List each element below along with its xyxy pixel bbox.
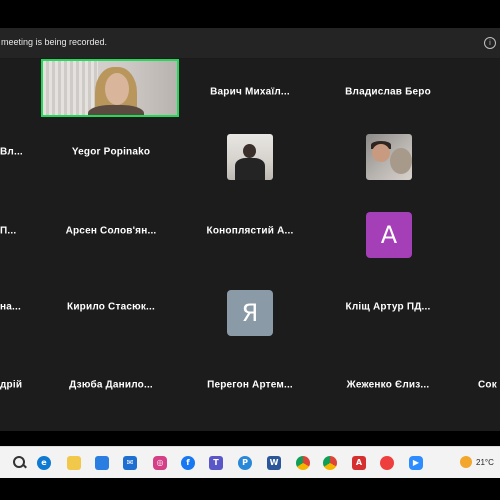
participant-tile[interactable]: Кліщ Артур ПД... — [312, 274, 464, 348]
participant-name: Перегон Артем... — [207, 379, 293, 391]
file-explorer-icon[interactable] — [67, 456, 81, 470]
facebook-icon[interactable]: f — [181, 456, 195, 470]
participant-tile[interactable]: Перегон Артем... — [174, 352, 326, 426]
acrobat-icon[interactable]: A — [352, 456, 366, 470]
participant-gallery: Варич Михаїл... Владислав Беро Вл... Yeg… — [0, 59, 500, 431]
app-icon[interactable] — [380, 456, 394, 470]
participant-tile[interactable]: дрій — [0, 352, 30, 426]
chrome-icon[interactable] — [296, 456, 310, 470]
pinterest-icon[interactable]: P — [238, 456, 252, 470]
weather-temperature: 21°C — [476, 458, 494, 467]
participant-tile[interactable]: Yegor Popinako — [35, 119, 187, 193]
word-icon[interactable]: W — [267, 456, 281, 470]
info-icon[interactable]: i — [484, 37, 496, 49]
participant-name: Вл... — [0, 146, 23, 158]
participant-name: П... — [0, 225, 17, 237]
instagram-icon[interactable]: ◎ — [153, 456, 167, 470]
participant-name: дрій — [0, 379, 23, 391]
participant-name: Владислав Беро — [345, 86, 431, 98]
avatar[interactable]: A — [366, 212, 412, 258]
participant-name: Коноплястий А... — [206, 225, 294, 237]
participant-tile[interactable]: Коноплястий А... — [174, 198, 326, 272]
participant-name: Дзюба Данило... — [69, 379, 153, 391]
participant-name: Кліщ Артур ПД... — [345, 301, 431, 313]
avatar[interactable]: Я — [227, 290, 273, 336]
active-speaker-video[interactable] — [41, 59, 179, 117]
recording-banner: meeting is being recorded. i — [0, 28, 500, 59]
participant-tile[interactable]: П... — [0, 198, 30, 272]
store-icon[interactable] — [95, 456, 109, 470]
participant-name: Арсен Солов'ян... — [65, 225, 157, 237]
zoom-icon[interactable]: ▶ — [409, 456, 423, 470]
participant-tile[interactable]: на... — [0, 274, 30, 348]
participant-tile[interactable]: Жеженко Єлиз... — [312, 352, 464, 426]
taskbar: e ✉ ◎ f T P W A ▶ 21°C — [0, 446, 500, 478]
participant-name: Yegor Popinako — [71, 146, 151, 158]
chrome-icon[interactable] — [323, 456, 337, 470]
participant-name: Варич Михаїл... — [210, 86, 290, 98]
participant-photo[interactable] — [227, 134, 273, 180]
weather-icon[interactable] — [460, 456, 472, 468]
participant-tile[interactable]: Кирило Стасюк... — [35, 274, 187, 348]
participant-name: Кирило Стасюк... — [67, 301, 155, 313]
participant-name: Жеженко Єлиз... — [346, 379, 430, 391]
top-black-strip — [0, 0, 500, 28]
mail-icon[interactable]: ✉ — [123, 456, 137, 470]
participant-tile[interactable]: Арсен Солов'ян... — [35, 198, 187, 272]
search-icon[interactable] — [12, 455, 27, 469]
recording-message: meeting is being recorded. — [1, 37, 108, 47]
participant-tile[interactable]: Вл... — [0, 119, 30, 193]
participant-tile[interactable]: Сок — [478, 352, 500, 426]
edge-icon[interactable]: e — [37, 456, 51, 470]
participant-photo[interactable] — [366, 134, 412, 180]
participant-tile[interactable]: Варич Михаїл... — [174, 59, 326, 133]
participant-tile[interactable]: Дзюба Данило... — [35, 352, 187, 426]
bottom-black-strip — [0, 478, 500, 500]
teams-icon[interactable]: T — [209, 456, 223, 470]
black-strip — [0, 431, 500, 446]
participant-name: Сок — [478, 379, 497, 391]
participant-tile[interactable]: Владислав Беро — [312, 59, 464, 133]
participant-name: на... — [0, 301, 21, 313]
